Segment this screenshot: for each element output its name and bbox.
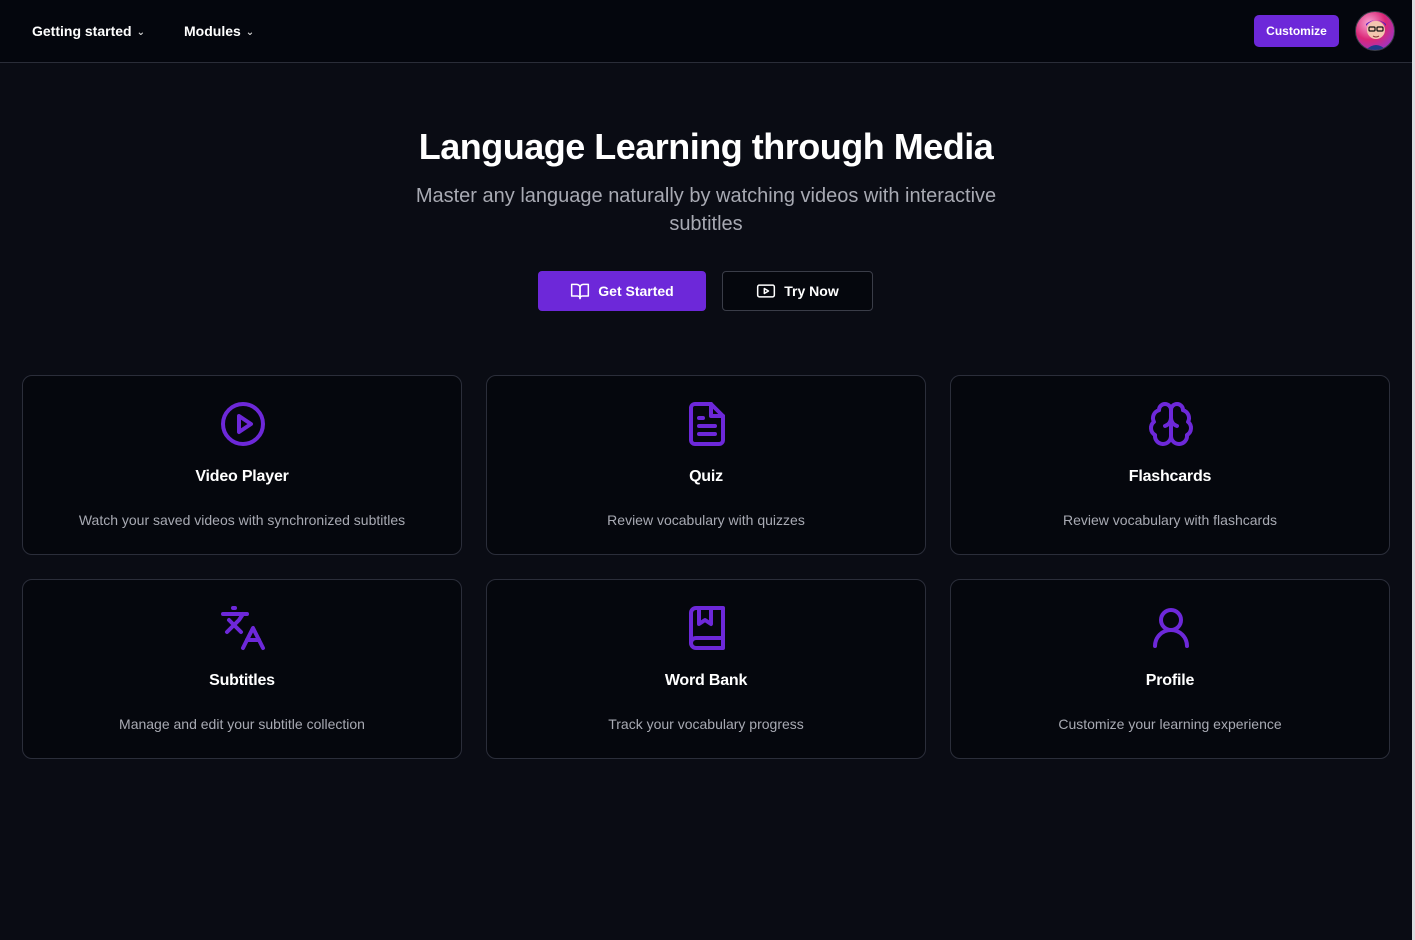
card-description: Track your vocabulary progress: [608, 716, 804, 732]
video-icon: [757, 284, 776, 298]
nav-modules-label: Modules: [184, 23, 241, 39]
card-title: Profile: [1145, 672, 1195, 689]
card-profile[interactable]: Profile Customize your learning experien…: [950, 579, 1390, 759]
try-now-button[interactable]: Try Now: [722, 271, 873, 311]
avatar-image: [1365, 20, 1387, 50]
card-description: Review vocabulary with flashcards: [1063, 512, 1277, 528]
nav-modules[interactable]: Modules ⌄: [184, 20, 254, 42]
brain-icon: [1147, 400, 1195, 448]
get-started-button[interactable]: Get Started: [538, 271, 706, 311]
top-navbar: Getting started ⌄ Modules ⌄ Customize: [0, 0, 1415, 63]
card-title: Flashcards: [1128, 468, 1212, 485]
card-word-bank[interactable]: Word Bank Track your vocabulary progress: [486, 579, 926, 759]
page-title: Language Learning through Media: [418, 126, 994, 167]
chevron-down-icon: ⌄: [136, 26, 145, 38]
book-bookmark-icon: [683, 604, 731, 652]
card-title: Quiz: [689, 468, 723, 485]
card-description: Manage and edit your subtitle collection: [119, 716, 365, 732]
try-now-label: Try Now: [784, 283, 839, 299]
play-circle-icon: [219, 400, 267, 448]
book-open-icon: [571, 283, 590, 300]
customize-button[interactable]: Customize: [1254, 15, 1339, 47]
page-subtitle: Master any language naturally by watchin…: [415, 185, 997, 235]
card-description: Watch your saved videos with synchronize…: [78, 512, 406, 528]
get-started-label: Get Started: [598, 283, 674, 299]
chevron-down-icon: ⌄: [245, 26, 255, 38]
card-title: Word Bank: [664, 672, 748, 689]
card-description: Customize your learning experience: [1058, 716, 1282, 732]
nav-getting-started-label: Getting started: [32, 23, 132, 39]
nav-getting-started[interactable]: Getting started ⌄: [32, 20, 145, 42]
languages-icon: [219, 604, 267, 652]
avatar[interactable]: [1355, 11, 1395, 51]
card-description: Review vocabulary with quizzes: [607, 512, 805, 528]
card-video-player[interactable]: Video Player Watch your saved videos wit…: [22, 375, 462, 555]
file-text-icon: [683, 400, 731, 448]
card-subtitles[interactable]: Subtitles Manage and edit your subtitle …: [22, 579, 462, 759]
user-icon: [1147, 604, 1195, 652]
card-quiz[interactable]: Quiz Review vocabulary with quizzes: [486, 375, 926, 555]
card-title: Subtitles: [209, 672, 275, 689]
card-title: Video Player: [195, 468, 289, 485]
card-flashcards[interactable]: Flashcards Review vocabulary with flashc…: [950, 375, 1390, 555]
